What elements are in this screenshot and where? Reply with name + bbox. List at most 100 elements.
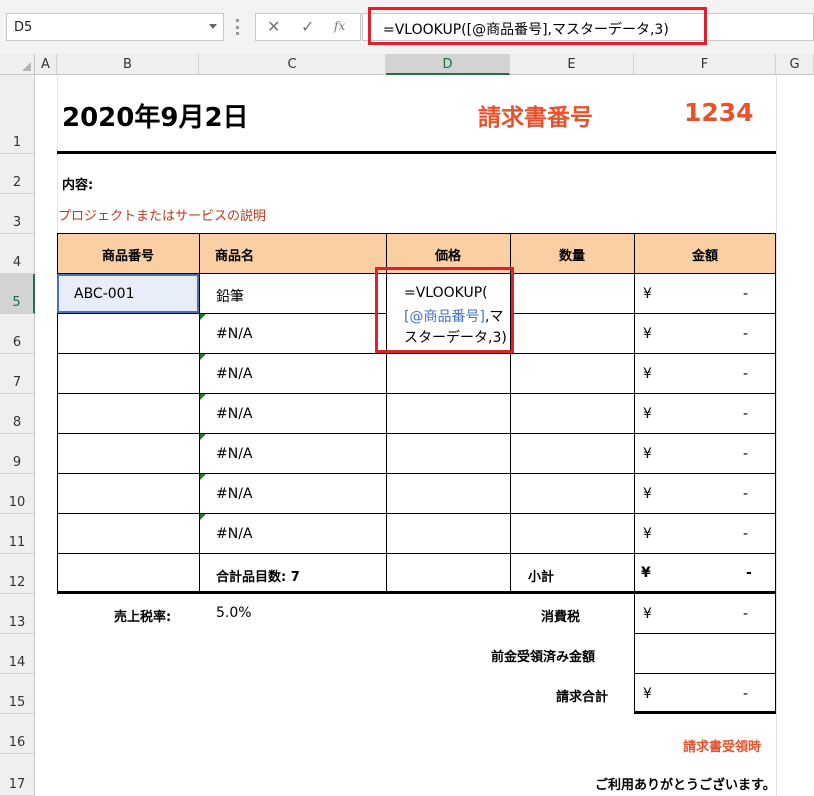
amount-value[interactable]: - <box>743 406 748 422</box>
amount-value[interactable]: - <box>743 526 748 542</box>
row-header-11[interactable]: 11 <box>0 514 35 554</box>
error-indicator-icon[interactable] <box>200 514 206 520</box>
tax-value[interactable]: - <box>743 606 748 622</box>
yen-symbol: ¥ <box>643 326 652 342</box>
column-header-e[interactable]: E <box>510 54 634 75</box>
tax-rate-label: 売上税率: <box>114 610 172 625</box>
column-header-c[interactable]: C <box>199 54 386 75</box>
row-header-4[interactable]: 4 <box>0 234 35 274</box>
tax-label: 消費税 <box>541 610 581 625</box>
error-indicator-icon[interactable] <box>200 474 206 480</box>
table-border <box>57 393 776 394</box>
amount-value[interactable]: - <box>743 446 748 462</box>
row-header-7[interactable]: 7 <box>0 354 35 394</box>
na-cell[interactable]: #N/A <box>216 446 253 462</box>
yen-symbol: ¥ <box>643 686 652 702</box>
na-cell[interactable]: #N/A <box>216 366 253 382</box>
row-header-14[interactable]: 14 <box>0 634 35 674</box>
tax-rate-value[interactable]: 5.0% <box>216 605 252 621</box>
amount-value[interactable]: - <box>743 326 748 342</box>
yen-symbol: ¥ <box>643 486 652 502</box>
column-header-f[interactable]: F <box>634 54 776 75</box>
cell-highlight-box <box>375 267 514 353</box>
header-product-name[interactable]: 商品名 <box>215 245 254 264</box>
subtotal-value[interactable]: - <box>746 565 752 581</box>
summary-border <box>634 673 776 674</box>
table-bottom-border <box>57 591 776 594</box>
amount-value[interactable]: - <box>743 486 748 502</box>
row-header-5[interactable]: 5 <box>0 274 35 314</box>
select-all-button[interactable] <box>0 54 35 75</box>
yen-symbol: ¥ <box>643 406 652 422</box>
content-label: 内容: <box>62 178 94 193</box>
table-border <box>57 553 776 554</box>
summary-border <box>634 633 776 634</box>
row-header-3[interactable]: 3 <box>0 194 35 234</box>
invoice-date: 2020年9月2日 <box>62 103 249 133</box>
header-product-code[interactable]: 商品番号 <box>57 245 199 264</box>
drag-handle-icon[interactable] <box>236 19 239 35</box>
row-header-13[interactable]: 13 <box>0 594 35 634</box>
header-amount[interactable]: 金額 <box>634 245 776 264</box>
cancel-icon[interactable]: ✕ <box>267 17 280 36</box>
summary-border <box>634 594 635 713</box>
table-border <box>57 233 776 234</box>
invoice-number-label: 請求書番号 <box>478 105 593 131</box>
error-indicator-icon[interactable] <box>200 434 206 440</box>
description-text[interactable]: プロジェクトまたはサービスの説明 <box>58 205 266 224</box>
column-header-b[interactable]: B <box>57 54 199 75</box>
row-header-8[interactable]: 8 <box>0 394 35 434</box>
header-quantity[interactable]: 数量 <box>510 245 634 264</box>
total-label: 請求合計 <box>556 690 609 705</box>
na-cell[interactable]: #N/A <box>216 406 253 422</box>
insert-function-icon[interactable]: fx <box>334 19 345 33</box>
row-header-9[interactable]: 9 <box>0 434 35 474</box>
table-border <box>634 233 635 593</box>
na-cell[interactable]: #N/A <box>216 486 253 502</box>
na-cell[interactable]: #N/A <box>216 326 253 342</box>
yen-symbol: ¥ <box>643 446 652 462</box>
amount-value[interactable]: - <box>743 286 748 302</box>
select-all-icon <box>22 62 31 71</box>
column-header-d[interactable]: D <box>386 54 510 75</box>
row-header-16[interactable]: 16 <box>0 714 35 754</box>
table-border <box>57 473 776 474</box>
na-cell[interactable]: #N/A <box>216 526 253 542</box>
row-header-15[interactable]: 15 <box>0 674 35 714</box>
invoice-total-value[interactable]: - <box>743 686 748 702</box>
column-header-g[interactable]: G <box>776 54 814 75</box>
name-box[interactable]: D5 <box>6 13 224 41</box>
row-header-17[interactable]: 17 <box>0 754 35 796</box>
invoice-number-value: 1234 <box>684 98 754 127</box>
table-border <box>775 233 776 593</box>
row-header-1[interactable]: 1 <box>0 75 35 154</box>
row-header-6[interactable]: 6 <box>0 314 35 354</box>
item-name-cell[interactable]: 鉛筆 <box>216 286 244 306</box>
thanks-message: ご利用ありがとうございます。 <box>595 778 776 793</box>
header-price[interactable]: 価格 <box>386 245 510 264</box>
row-header-12[interactable]: 12 <box>0 554 35 594</box>
total-items-count[interactable]: 合計品目数: 7 <box>216 566 300 585</box>
yen-symbol: ¥ <box>643 366 652 382</box>
column-header-a[interactable]: A <box>35 54 57 75</box>
row-header-2[interactable]: 2 <box>0 154 35 194</box>
table-border <box>57 433 776 434</box>
amount-value[interactable]: - <box>743 366 748 382</box>
yen-symbol: ¥ <box>643 526 652 542</box>
chevron-down-icon[interactable] <box>209 24 217 29</box>
row-header-10[interactable]: 10 <box>0 474 35 514</box>
item-code-cell[interactable]: ABC-001 <box>74 286 134 302</box>
yen-symbol: ¥ <box>641 565 651 581</box>
formula-highlight-box <box>368 7 707 45</box>
enter-icon[interactable]: ✓ <box>301 17 314 36</box>
error-indicator-icon[interactable] <box>200 314 206 320</box>
gridline <box>776 75 777 796</box>
subtotal-label: 小計 <box>528 570 555 585</box>
summary-border <box>775 594 776 713</box>
formula-buttons: ✕ ✓ fx <box>255 13 361 41</box>
receipt-label: 請求書受領時 <box>683 740 762 755</box>
prepaid-label: 前金受領済み金額 <box>491 650 596 665</box>
name-box-value: D5 <box>14 20 33 35</box>
error-indicator-icon[interactable] <box>200 394 206 400</box>
error-indicator-icon[interactable] <box>200 354 206 360</box>
